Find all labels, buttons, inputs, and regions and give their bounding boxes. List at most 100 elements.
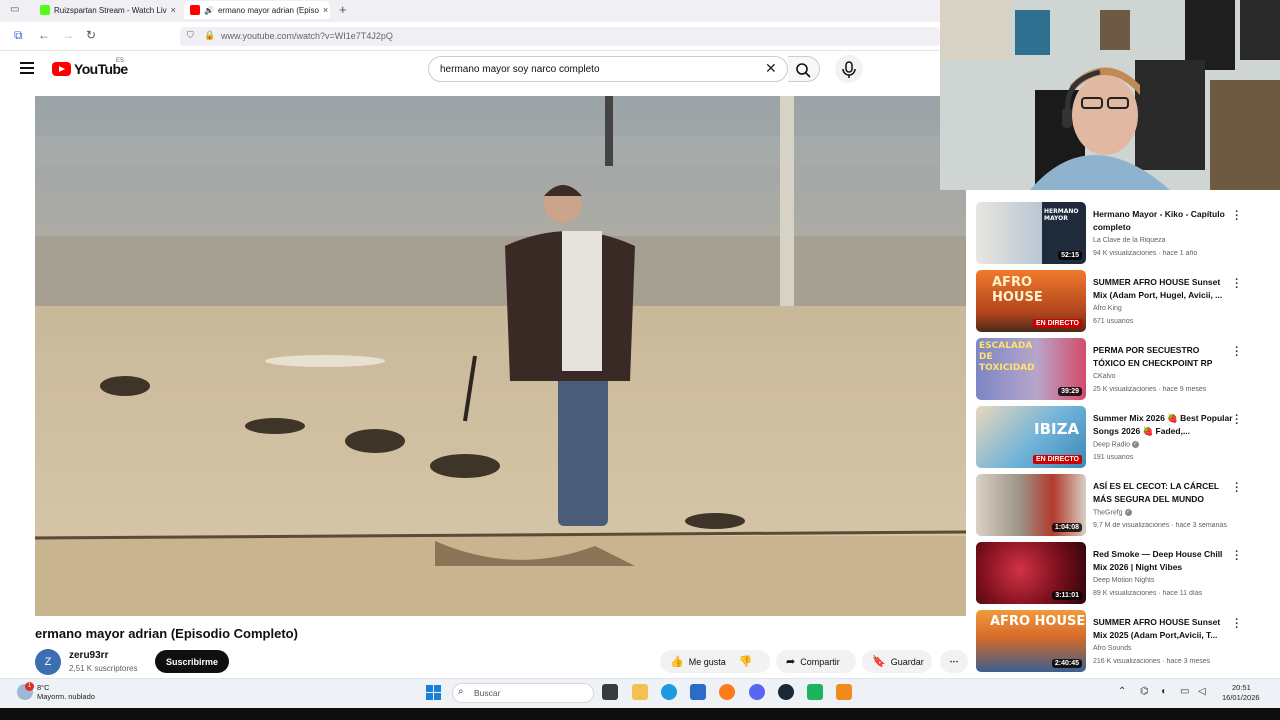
windows-start-icon[interactable] [426,685,441,700]
recommendation-channel[interactable]: Afro Sounds [1093,645,1132,652]
taskbar-search-placeholder[interactable]: Buscar [474,688,500,698]
channel-avatar[interactable]: Z [35,649,61,675]
discord-icon[interactable] [749,684,765,700]
channel-name[interactable]: zeru93rr [69,650,108,661]
back-icon[interactable]: ← [38,28,50,42]
new-tab-button[interactable]: + [339,2,347,17]
recommendation-meta: 671 usuarios [1093,318,1134,325]
close-tab-icon[interactable]: × [323,5,328,15]
network-icon[interactable]: ⌬ [1140,686,1149,697]
more-options-icon[interactable]: · · · [1234,343,1240,362]
recommendation-channel[interactable]: La Clave de la Riqueza [1093,237,1165,244]
notification-badge: 1 [25,682,34,691]
recommendation-title[interactable]: Red Smoke — Deep House Chill Mix 2026 | … [1093,548,1233,574]
recommendation-channel[interactable]: TheGrefg ✓ [1093,509,1132,516]
reload-icon[interactable]: ↻ [86,28,96,42]
video-thumbnail[interactable]: 3:11:01 [976,542,1086,604]
microphone-tray-icon[interactable]: ◖ [1160,686,1166,697]
tracking-shield-icon[interactable]: ⛉ [187,30,194,41]
recommendation-meta: 25 K visualizaciones · hace 9 meses [1093,386,1207,393]
task-view-icon[interactable] [602,684,618,700]
recommendation-channel[interactable]: CKalvo [1093,373,1116,380]
more-options-icon[interactable]: · · · [1234,275,1240,294]
video-thumbnail[interactable]: ESCALADA DE TOXICIDAD 39:29 [976,338,1086,400]
tab-ruizspartan[interactable]: Ruizspartan Stream - Watch Liv × [34,1,180,19]
recommendation-channel[interactable]: Deep Motion Nights [1093,577,1154,584]
video-thumbnail[interactable]: IBIZA EN DIRECTO [976,406,1086,468]
like-dislike-group: 👍 Me gusta 👎 [660,650,770,673]
recommendation-title[interactable]: PERMA POR SECUESTRO TÓXICO EN CHECKPOINT… [1093,344,1233,370]
display-icon[interactable]: ▭ [1180,686,1189,697]
recommendation-title[interactable]: Hermano Mayor - Kiko - Capítulo completo [1093,208,1233,234]
dislike-icon[interactable]: 👎 [739,655,753,668]
green-app-icon[interactable] [807,684,823,700]
subscriber-count: 2,51 K suscriptores [69,664,138,673]
recommendation-item[interactable]: 3:11:01 Red Smoke — Deep House Chill Mix… [976,542,1276,604]
recommendation-item[interactable]: IBIZA EN DIRECTO Summer Mix 2026 🍓 Best … [976,406,1276,468]
like-icon[interactable]: 👍 [670,655,684,668]
volume-icon[interactable]: ◁ [1198,686,1206,697]
like-button[interactable]: Me gusta [689,657,726,667]
sidebar-icon[interactable]: ⧉ [14,28,23,43]
streamer-webcam-image [940,0,1280,190]
forward-icon[interactable]: → [62,28,74,42]
save-button[interactable]: 🔖 Guardar [862,650,932,673]
more-actions-icon[interactable]: ⋯ [940,650,968,673]
weather-temperature[interactable]: 8°C [37,683,50,692]
recommendation-title[interactable]: SUMMER AFRO HOUSE Sunset Mix 2025 (Adam … [1093,616,1233,642]
url-text[interactable]: www.youtube.com/watch?v=WI1e7T4J2pQ [221,31,393,41]
browser-tab-bar: ▭ Ruizspartan Stream - Watch Liv × 🔊 erm… [0,0,940,22]
recommendation-title[interactable]: ASÍ ES EL CECOT: LA CÁRCEL MÁS SEGURA DE… [1093,480,1233,506]
more-options-icon[interactable]: · · · [1234,411,1240,430]
show-hidden-icons-icon[interactable]: ⌃ [1118,686,1126,697]
steam-icon[interactable] [778,684,794,700]
more-options-icon[interactable]: · · · [1234,615,1240,634]
more-options-icon[interactable]: · · · [1234,547,1240,566]
video-thumbnail[interactable]: AFRO HOUSE 2:40:45 [976,610,1086,672]
microphone-icon [842,61,856,78]
lock-icon[interactable]: 🔒 [204,30,215,41]
voice-search-button[interactable] [835,55,863,83]
file-explorer-icon[interactable] [632,684,648,700]
search-query-text[interactable]: hermano mayor soy narco completo [440,64,600,75]
video-thumbnail[interactable]: AFRO HOUSE EN DIRECTO [976,270,1086,332]
more-options-icon[interactable]: · · · [1234,207,1240,226]
recommendation-item[interactable]: AFRO HOUSE 2:40:45 SUMMER AFRO HOUSE Sun… [976,610,1276,672]
channel-name-text: TheGrefg [1093,509,1123,517]
duration-badge: 52:15 [1058,251,1082,260]
tab-list-icon[interactable]: ▭ [10,4,19,15]
recommendations-list: HERMANO MAYOR 52:15 Hermano Mayor - Kiko… [976,195,1276,675]
firefox-icon[interactable] [719,684,735,700]
edge-browser-icon[interactable] [661,684,677,700]
clear-search-icon[interactable]: ✕ [765,60,777,77]
video-thumbnail[interactable]: HERMANO MAYOR 52:15 [976,202,1086,264]
recommendation-channel[interactable]: Afro King [1093,305,1122,312]
orange-app-icon[interactable] [836,684,852,700]
duration-badge: 39:29 [1058,387,1082,396]
subscribe-button[interactable]: Suscribirme [155,650,230,673]
recommendation-item[interactable]: HERMANO MAYOR 52:15 Hermano Mayor - Kiko… [976,202,1276,264]
kick-favicon-icon [40,5,50,15]
recommendation-item[interactable]: AFRO HOUSE EN DIRECTO SUMMER AFRO HOUSE … [976,270,1276,332]
video-thumbnail[interactable]: 1:04:08 [976,474,1086,536]
recommendation-item[interactable]: ESCALADA DE TOXICIDAD 39:29 PERMA POR SE… [976,338,1276,400]
clock-time[interactable]: 20:51 [1232,683,1251,692]
recommendation-title[interactable]: SUMMER AFRO HOUSE Sunset Mix (Adam Port,… [1093,276,1233,302]
recommendation-item[interactable]: 1:04:08 ASÍ ES EL CECOT: LA CÁRCEL MÁS S… [976,474,1276,536]
search-button[interactable] [788,56,820,82]
clock-date[interactable]: 16/01/2026 [1222,693,1260,702]
video-player[interactable] [35,96,966,616]
share-button[interactable]: ➦ Compartir [776,650,856,673]
tab-label: Ruizspartan Stream - Watch Liv [54,5,167,15]
recommendation-title[interactable]: Summer Mix 2026 🍓 Best Popular Songs 202… [1093,412,1233,438]
speaker-icon[interactable]: 🔊 [204,6,214,15]
weather-description[interactable]: Mayorm. nublado [37,692,95,701]
tab-youtube-video[interactable]: 🔊 ermano mayor adrian (Episo × [184,1,330,19]
recommendation-channel[interactable]: Deep Radio ✓ [1093,441,1139,448]
close-tab-icon[interactable]: × [171,5,176,15]
recommendation-meta: 216 K visualizaciones · hace 3 meses [1093,658,1211,665]
bookmark-icon: 🔖 [872,656,886,668]
hamburger-menu-icon[interactable] [20,62,34,77]
more-options-icon[interactable]: · · · [1234,479,1240,498]
store-icon[interactable] [690,684,706,700]
